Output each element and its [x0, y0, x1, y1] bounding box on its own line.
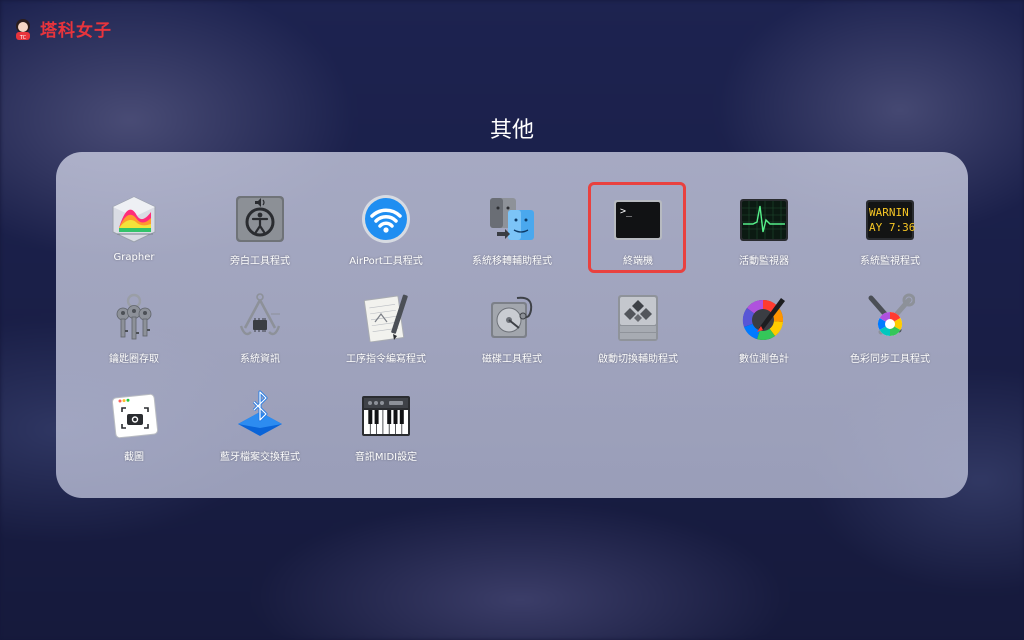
grapher-icon: [109, 194, 159, 244]
boot-camp-assistant-icon: [613, 292, 663, 342]
app-keychain-access[interactable]: 鑰匙圈存取: [64, 286, 204, 378]
app-activity-monitor[interactable]: 活動監視器: [694, 188, 834, 280]
app-grapher[interactable]: Grapher: [64, 188, 204, 280]
migration-assistant-icon: [487, 194, 537, 244]
app-label: 鑰匙圈存取: [109, 354, 159, 365]
app-label: Grapher: [113, 252, 155, 263]
app-label: 磁碟工具程式: [482, 354, 542, 365]
brand-watermark: TC 塔科女子: [12, 16, 112, 41]
app-airport-utility[interactable]: AirPort工具程式: [316, 188, 456, 280]
app-label: 系統移轉輔助程式: [472, 256, 552, 267]
bluetooth-file-exchange-icon: [235, 390, 285, 440]
digital-color-meter-icon: [739, 292, 789, 342]
app-audio-midi-setup[interactable]: 音訊MIDI設定: [316, 384, 456, 476]
app-label: 色彩同步工具程式: [850, 354, 930, 365]
app-migration-assistant[interactable]: 系統移轉輔助程式: [442, 188, 582, 280]
app-colorsync-utility[interactable]: 色彩同步工具程式: [820, 286, 960, 378]
audio-midi-setup-icon: [361, 390, 411, 440]
app-label: 啟動切換輔助程式: [598, 354, 678, 365]
console-screen-line-1: WARNIN: [869, 206, 909, 219]
voiceover-utility-icon: [235, 194, 285, 244]
app-label: 系統資訊: [240, 354, 280, 365]
app-label: 截圖: [124, 452, 144, 463]
console-screen-line-2: AY 7:36: [869, 221, 915, 234]
svg-text:TC: TC: [19, 35, 27, 41]
app-boot-camp-assistant[interactable]: 啟動切換輔助程式: [568, 286, 708, 378]
colorsync-utility-icon: [865, 292, 915, 342]
system-information-icon: [235, 292, 285, 342]
keychain-access-icon: [109, 292, 159, 342]
app-label: 音訊MIDI設定: [354, 452, 418, 463]
app-digital-color-meter[interactable]: 數位測色計: [694, 286, 834, 378]
app-label: 活動監視器: [739, 256, 789, 267]
app-screenshot[interactable]: 截圖: [64, 384, 204, 476]
app-label: 系統監視程式: [860, 256, 920, 267]
app-system-information[interactable]: 系統資訊: [190, 286, 330, 378]
app-voiceover-utility[interactable]: 旁白工具程式: [190, 188, 330, 280]
app-console[interactable]: WARNIN AY 7:36 系統監視程式: [820, 188, 960, 280]
app-label: 藍牙檔案交換程式: [220, 452, 300, 463]
app-label: 旁白工具程式: [230, 256, 290, 267]
disk-utility-icon: [487, 292, 537, 342]
app-script-editor[interactable]: 工序指令編寫程式: [316, 286, 456, 378]
script-editor-icon: [361, 292, 411, 342]
brand-name: 塔科女子: [40, 21, 112, 41]
app-label: AirPort工具程式: [349, 256, 423, 267]
app-bluetooth-file-exchange[interactable]: 藍牙檔案交換程式: [190, 384, 330, 476]
app-label: 工序指令編寫程式: [346, 354, 426, 365]
screenshot-icon: [109, 390, 159, 440]
app-label: 數位測色計: [739, 354, 789, 365]
airport-utility-icon: [361, 194, 411, 244]
console-icon: WARNIN AY 7:36: [865, 194, 915, 244]
folder-title[interactable]: 其他: [0, 112, 1024, 144]
brand-avatar-icon: TC: [12, 17, 34, 41]
activity-monitor-icon: [739, 194, 789, 244]
launchpad-folder-panel: Grapher 旁白工具程式 AirPort工具程式 系統移轉輔助程式 >_ 終…: [56, 152, 968, 498]
app-disk-utility[interactable]: 磁碟工具程式: [442, 286, 582, 378]
terminal-highlight-box: [588, 182, 686, 273]
